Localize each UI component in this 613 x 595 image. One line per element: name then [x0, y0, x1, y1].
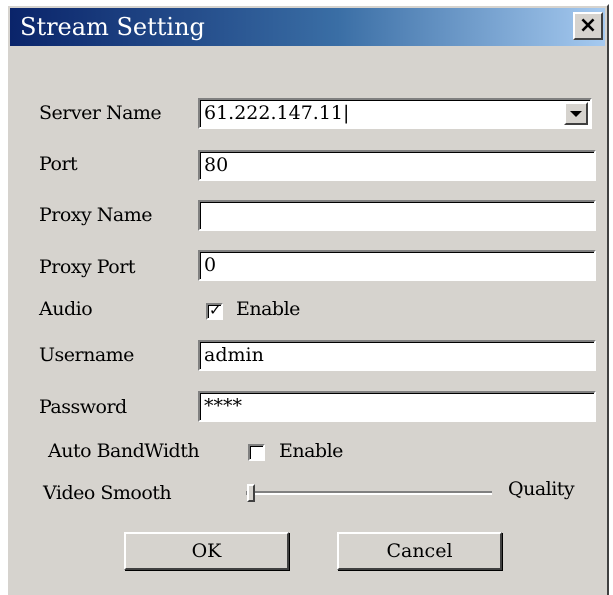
- username-input[interactable]: admin: [198, 340, 596, 371]
- cancel-button-label: Cancel: [386, 540, 453, 562]
- dialog-title: Stream Setting: [20, 13, 205, 41]
- proxy-port-input[interactable]: 0: [198, 250, 596, 281]
- ok-button-label: OK: [191, 540, 222, 562]
- username-value: admin: [204, 344, 264, 366]
- ok-button[interactable]: OK: [124, 532, 289, 570]
- stream-setting-dialog: Stream Setting ×: [6, 4, 609, 595]
- auto-bandwidth-enable-checkbox[interactable]: [248, 444, 265, 461]
- port-input[interactable]: 80: [198, 150, 596, 181]
- proxy-port-label: Proxy Port: [39, 256, 135, 278]
- server-name-value: 61.222.147.11|: [204, 102, 350, 124]
- password-label: Password: [39, 396, 127, 418]
- port-value: 80: [204, 154, 229, 176]
- quality-label: Quality: [508, 478, 575, 500]
- server-name-dropdown-button[interactable]: [564, 102, 588, 125]
- title-bar[interactable]: Stream Setting ×: [10, 8, 605, 46]
- chevron-down-icon: [570, 110, 582, 117]
- video-smooth-label: Video Smooth: [43, 482, 172, 504]
- proxy-port-value: 0: [204, 254, 217, 276]
- video-smooth-slider-thumb[interactable]: [247, 484, 255, 502]
- auto-bandwidth-enable-label: Enable: [279, 440, 343, 462]
- checkmark-icon: ✓: [209, 301, 222, 319]
- cancel-button[interactable]: Cancel: [337, 532, 502, 570]
- port-label: Port: [39, 153, 78, 175]
- close-icon: ×: [578, 13, 598, 38]
- auto-bandwidth-label: Auto BandWidth: [48, 440, 200, 462]
- server-name-label: Server Name: [39, 102, 162, 124]
- video-smooth-slider-track[interactable]: [246, 491, 492, 495]
- proxy-name-label: Proxy Name: [39, 204, 153, 226]
- server-name-combobox[interactable]: 61.222.147.11|: [198, 98, 592, 129]
- password-value: ****: [204, 395, 242, 417]
- audio-label: Audio: [39, 298, 93, 320]
- username-label: Username: [39, 344, 134, 366]
- proxy-name-input[interactable]: [198, 200, 596, 231]
- close-button[interactable]: ×: [573, 12, 603, 40]
- audio-enable-checkbox[interactable]: ✓: [206, 301, 223, 320]
- password-input[interactable]: ****: [198, 391, 596, 422]
- audio-enable-label: Enable: [236, 298, 300, 320]
